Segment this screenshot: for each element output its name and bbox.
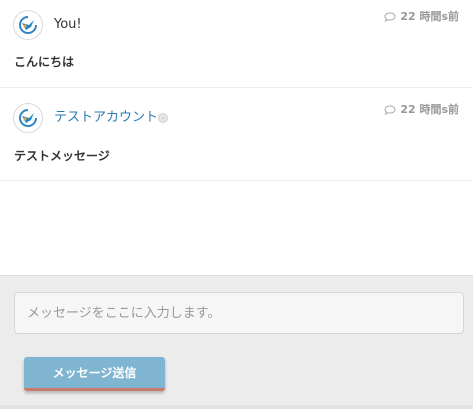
sender-name-link[interactable]: テストアカウント	[54, 110, 158, 126]
avatar[interactable]	[13, 103, 43, 133]
message-text: こんにちは	[14, 55, 75, 69]
timestamp-text: 22 時間s前	[400, 10, 459, 23]
divider	[0, 405, 473, 409]
sender-name: You!	[54, 17, 82, 32]
message-item: You! 22 時間s前 こんにちは	[0, 0, 473, 88]
message-timestamp: 22 時間s前	[384, 10, 459, 24]
bird-logo-icon	[19, 109, 37, 127]
comment-icon	[384, 12, 396, 22]
bird-logo-icon	[19, 16, 37, 34]
avatar[interactable]	[13, 10, 43, 40]
message-timestamp: 22 時間s前	[384, 103, 459, 117]
message-text: テストメッセージ	[14, 149, 110, 163]
comment-icon	[384, 105, 396, 115]
presence-status-icon	[158, 113, 168, 123]
timestamp-text: 22 時間s前	[400, 103, 459, 116]
message-input[interactable]	[14, 292, 464, 334]
message-item	[0, 88, 473, 181]
message-composer: メッセージ送信	[0, 275, 473, 409]
send-message-button[interactable]: メッセージ送信	[24, 357, 165, 391]
message-thread: You! 22 時間s前 こんにちは テストアカウント 22 時間s前 テストメ…	[0, 0, 473, 275]
